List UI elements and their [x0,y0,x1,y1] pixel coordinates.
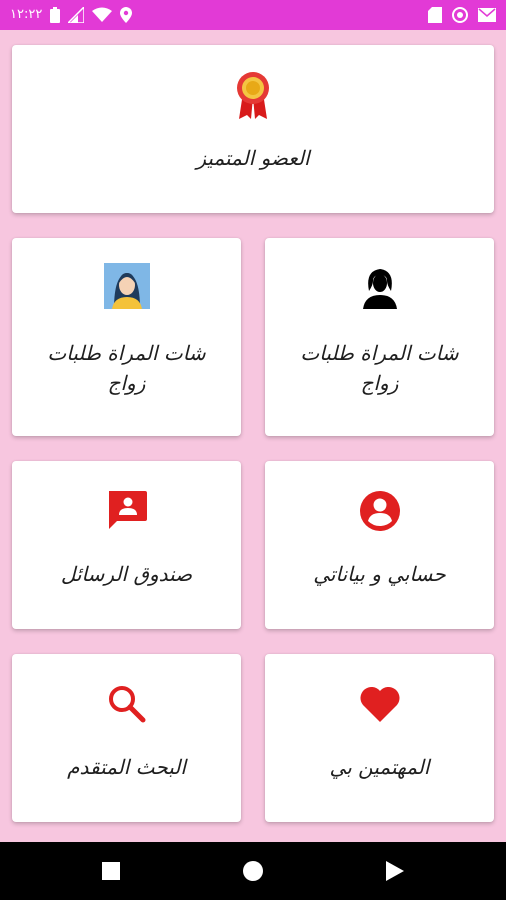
status-bar: ١٢:٢٢ [0,0,506,30]
location-icon [120,7,133,23]
heart-icon [358,684,402,728]
advanced-search-card[interactable]: البحث المتقدم [12,654,241,822]
message-box-icon [105,489,149,537]
featured-member-card[interactable]: العضو المتميز [12,45,494,213]
messages-card[interactable]: صندوق الرسائل [12,461,241,629]
status-left: ١٢:٢٢ [10,6,133,24]
home-icon[interactable] [241,860,265,882]
advanced-search-label: البحث المتقدم [67,755,186,779]
interested-label: المهتمين بي [329,755,430,779]
status-right [428,6,496,24]
interested-card[interactable]: المهتمين بي [265,654,494,822]
featured-member-label: العضو المتميز [196,146,310,170]
back-icon[interactable] [384,860,406,882]
system-nav-bar [0,842,506,900]
award-ribbon-icon [235,71,271,125]
wifi-icon [92,7,113,23]
search-icon [105,682,149,730]
chat-women-label-silhouette: شات المراة طلبات زواج [300,341,459,395]
signal-icon [68,7,85,23]
woman-portrait-icon [103,263,150,313]
mail-icon [478,7,496,23]
chat-women-label-portrait: شات المراة طلبات زواج [47,341,206,395]
chat-women-card-portrait[interactable]: شات المراة طلبات زواج [12,238,241,436]
recent-apps-icon[interactable] [100,860,122,882]
status-time: ١٢:٢٢ [10,7,43,22]
sd-card-icon [428,7,442,23]
battery-icon [50,7,61,23]
account-circle-icon [358,489,402,537]
sync-icon [452,7,468,23]
account-card[interactable]: حسابي و بياناتي [265,461,494,629]
woman-silhouette-icon [356,263,403,313]
account-label: حسابي و بياناتي [313,562,446,586]
messages-label: صندوق الرسائل [60,562,193,586]
chat-women-card-silhouette[interactable]: شات المراة طلبات زواج [265,238,494,436]
